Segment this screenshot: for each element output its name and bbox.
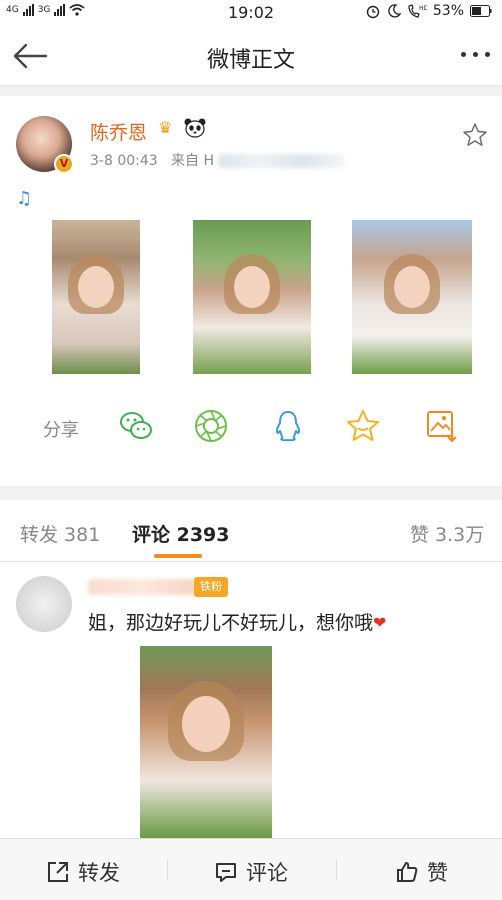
repost-button[interactable]: 转发 bbox=[46, 857, 120, 887]
post-photo-1[interactable] bbox=[52, 220, 140, 374]
comment-button[interactable]: 评论 bbox=[214, 857, 288, 887]
wechat-icon[interactable] bbox=[118, 408, 154, 444]
comment-photo[interactable] bbox=[140, 646, 272, 838]
navigation-bar: 微博正文 bbox=[0, 26, 502, 86]
comment-label: 评论 bbox=[246, 861, 288, 885]
tab-repost[interactable]: 转发 381 bbox=[20, 520, 100, 547]
page-title: 微博正文 bbox=[206, 48, 295, 73]
post-timestamp: 3-8 00:43 bbox=[90, 153, 158, 169]
share-label: 分享 bbox=[43, 420, 79, 441]
divider-2 bbox=[336, 859, 337, 881]
more-options-icon[interactable] bbox=[461, 52, 490, 57]
comment-item: 铁粉 姐，那边好玩儿不好玩儿，想你哦❤ bbox=[0, 562, 502, 838]
svg-text:HD: HD bbox=[419, 5, 427, 12]
comment-icon bbox=[216, 863, 236, 882]
thumbs-up-icon bbox=[397, 862, 418, 882]
active-tab-indicator bbox=[154, 554, 202, 558]
repost-icon bbox=[48, 862, 68, 882]
author-name[interactable]: 陈乔恩 bbox=[90, 118, 147, 145]
post-source-prefix: 来自 H bbox=[171, 153, 215, 169]
repost-label: 转发 bbox=[78, 861, 120, 885]
moments-icon[interactable] bbox=[193, 408, 229, 444]
comment-body: 姐，那边好玩儿不好玩儿，想你哦 bbox=[88, 612, 374, 634]
post-photo-3[interactable] bbox=[352, 220, 472, 374]
music-note-icon[interactable]: ♫ bbox=[16, 188, 32, 209]
engagement-tabs: 转发 381 评论 2393 赞 3.3万 bbox=[0, 500, 502, 562]
verified-badge-icon: V bbox=[54, 154, 74, 174]
blurred-source bbox=[218, 154, 345, 168]
status-bar: 4G 3G 19:02 HD 53% bbox=[0, 0, 502, 26]
fan-badge: 铁粉 bbox=[194, 577, 228, 597]
divider bbox=[167, 859, 168, 881]
commenter-avatar[interactable] bbox=[16, 576, 72, 632]
status-right: HD 53% bbox=[365, 3, 492, 19]
post-meta: 3-8 00:43 来自 H bbox=[90, 150, 345, 170]
tab-likes[interactable]: 赞 3.3万 bbox=[410, 520, 484, 547]
panda-icon bbox=[184, 118, 206, 138]
battery-percent: 53% bbox=[432, 3, 464, 19]
blurred-commenter-name[interactable] bbox=[88, 579, 196, 595]
qq-icon[interactable] bbox=[270, 408, 306, 444]
hd-call-icon: HD bbox=[408, 4, 427, 18]
tab-comments[interactable]: 评论 2393 bbox=[132, 520, 230, 547]
favorite-icon[interactable] bbox=[345, 408, 381, 444]
post-card: V 陈乔恩 ♛ 3-8 00:43 来自 H ♫ 分享 bbox=[0, 96, 502, 486]
save-image-icon[interactable] bbox=[424, 408, 460, 444]
heart-icon: ❤ bbox=[373, 613, 387, 632]
comment-text: 姐，那边好玩儿不好玩儿，想你哦❤ bbox=[88, 608, 386, 635]
alarm-icon bbox=[366, 5, 380, 19]
battery-icon bbox=[470, 5, 492, 17]
bottom-action-bar: 转发 评论 赞 bbox=[0, 838, 502, 900]
share-row: 分享 bbox=[0, 406, 502, 450]
post-photo-2[interactable] bbox=[193, 220, 311, 374]
like-label: 赞 bbox=[427, 861, 448, 885]
crown-icon: ♛ bbox=[158, 118, 173, 137]
favorite-star-icon[interactable] bbox=[462, 122, 488, 148]
moon-icon bbox=[388, 4, 401, 18]
like-button[interactable]: 赞 bbox=[395, 857, 448, 887]
